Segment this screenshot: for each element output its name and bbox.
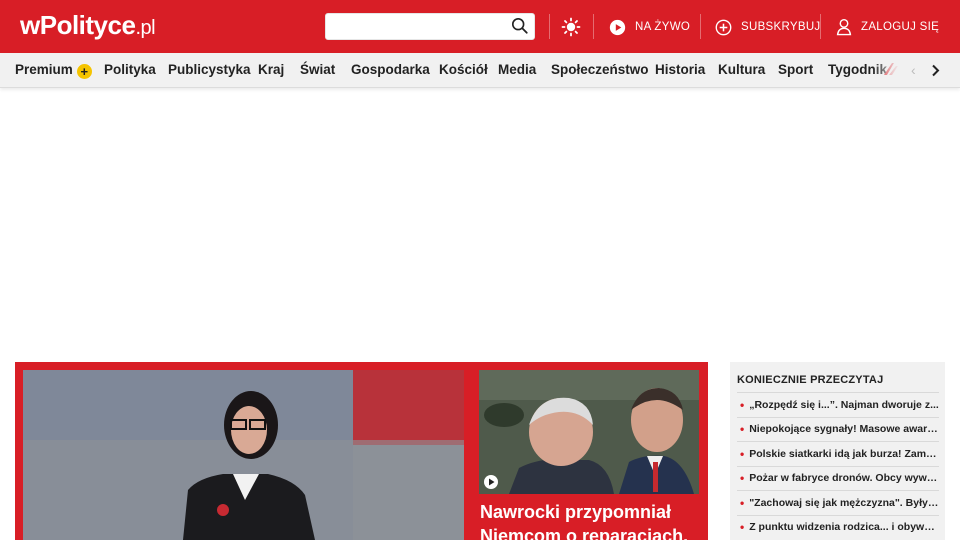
nav-item-swiat[interactable]: Świat bbox=[300, 62, 335, 77]
sidebar-heading: KONIECZNIE PRZECZYTAJ bbox=[737, 374, 884, 386]
nav-fade bbox=[872, 53, 912, 87]
nav-item-label: Premium bbox=[15, 62, 73, 77]
list-item-title: "Zachowaj się jak mężczyzna". Były ... bbox=[749, 496, 939, 509]
live-label: NA ŻYWO bbox=[635, 21, 691, 33]
divider bbox=[820, 14, 821, 39]
video-play-button[interactable] bbox=[484, 475, 498, 489]
theme-toggle-sun-icon[interactable] bbox=[561, 17, 581, 37]
nav-item-publicystyka[interactable]: Publicystyka bbox=[168, 62, 251, 77]
play-icon bbox=[489, 478, 495, 486]
bullet-icon: • bbox=[740, 471, 745, 486]
nav-item-premium[interactable]: Premium + bbox=[15, 62, 92, 79]
side-article-photo[interactable] bbox=[479, 370, 699, 494]
list-item[interactable]: • Pożar w fabryce dronów. Obcy wywiad... bbox=[737, 465, 939, 491]
nav-item-sport[interactable]: Sport bbox=[778, 62, 813, 77]
list-item-title: Niepokojące sygnały! Masowe awarie... bbox=[749, 423, 939, 436]
site-logo[interactable]: wPolityce.pl bbox=[20, 10, 156, 41]
list-item[interactable]: • Polskie siatkarki idą jak burza! Zamias… bbox=[737, 441, 939, 466]
user-icon bbox=[836, 19, 852, 36]
nav-item-gospodarka[interactable]: Gospodarka bbox=[351, 62, 430, 77]
side-photo-illustration bbox=[479, 370, 699, 494]
chevron-right-icon[interactable] bbox=[931, 64, 940, 77]
list-item-title: Polskie siatkarki idą jak burza! Zamiast… bbox=[749, 447, 939, 460]
live-button[interactable]: NA ŻYWO bbox=[609, 17, 690, 37]
main-photo-illustration bbox=[23, 370, 464, 540]
list-item[interactable]: • Z punktu widzenia rodzica... i obywatel… bbox=[737, 514, 939, 540]
side-article-title[interactable]: Nawrocki przypomniał Niemcom o reparacja… bbox=[480, 500, 695, 548]
main-article-photo[interactable] bbox=[23, 370, 464, 540]
nav-item-spoleczenstwo[interactable]: Społeczeństwo bbox=[551, 62, 649, 77]
bullet-icon: • bbox=[740, 422, 745, 437]
nav-item-polityka[interactable]: Polityka bbox=[104, 62, 156, 77]
logo-main: wPolityce bbox=[20, 10, 136, 40]
nav-item-kosciol[interactable]: Kościół bbox=[439, 62, 488, 77]
list-item-title: Z punktu widzenia rodzica... i obywatela bbox=[749, 521, 939, 534]
logo-tld: .pl bbox=[135, 17, 156, 39]
login-label: ZALOGUJ SIĘ bbox=[861, 21, 940, 33]
sidebar-list: • „Rozpędź się i...”. Najman dworuje z...… bbox=[737, 392, 939, 539]
search-input[interactable] bbox=[326, 14, 506, 39]
nav-item-kultura[interactable]: Kultura bbox=[718, 62, 765, 77]
list-item[interactable]: • "Zachowaj się jak mężczyzna". Były ... bbox=[737, 490, 939, 515]
nav-item-historia[interactable]: Historia bbox=[655, 62, 705, 77]
list-item-title: Pożar w fabryce dronów. Obcy wywiad... bbox=[749, 472, 939, 485]
nav-item-media[interactable]: Media bbox=[498, 62, 536, 77]
category-nav: Premium + Polityka Publicystyka Kraj Świa… bbox=[0, 53, 960, 88]
search-box[interactable] bbox=[325, 13, 535, 40]
login-button[interactable]: ZALOGUJ SIĘ bbox=[836, 17, 939, 37]
list-item[interactable]: • Niepokojące sygnały! Masowe awarie... bbox=[737, 416, 939, 442]
bullet-icon: • bbox=[740, 397, 745, 412]
subscribe-label: SUBSKRYBUJ bbox=[741, 21, 821, 33]
bullet-icon: • bbox=[740, 520, 745, 535]
divider bbox=[593, 14, 594, 39]
nav-prev-arrow[interactable]: ‹ bbox=[911, 62, 916, 78]
bullet-icon: • bbox=[740, 446, 745, 461]
top-bar: wPolityce.pl NA ŻYWO SUBSKRYBUJ ZALOGUJ … bbox=[0, 0, 960, 53]
play-circle-icon bbox=[609, 19, 626, 35]
plus-circle-icon bbox=[715, 19, 732, 35]
bullet-icon: • bbox=[740, 495, 745, 510]
premium-plus-icon: + bbox=[76, 64, 92, 79]
subscribe-button[interactable]: SUBSKRYBUJ bbox=[715, 17, 820, 37]
search-icon[interactable] bbox=[511, 17, 529, 35]
list-item[interactable]: • „Rozpędź się i...”. Najman dworuje z... bbox=[737, 392, 939, 417]
divider bbox=[549, 14, 550, 39]
list-item-title: „Rozpędź się i...”. Najman dworuje z... bbox=[749, 398, 939, 411]
nav-item-kraj[interactable]: Kraj bbox=[258, 62, 284, 77]
divider bbox=[700, 14, 701, 39]
